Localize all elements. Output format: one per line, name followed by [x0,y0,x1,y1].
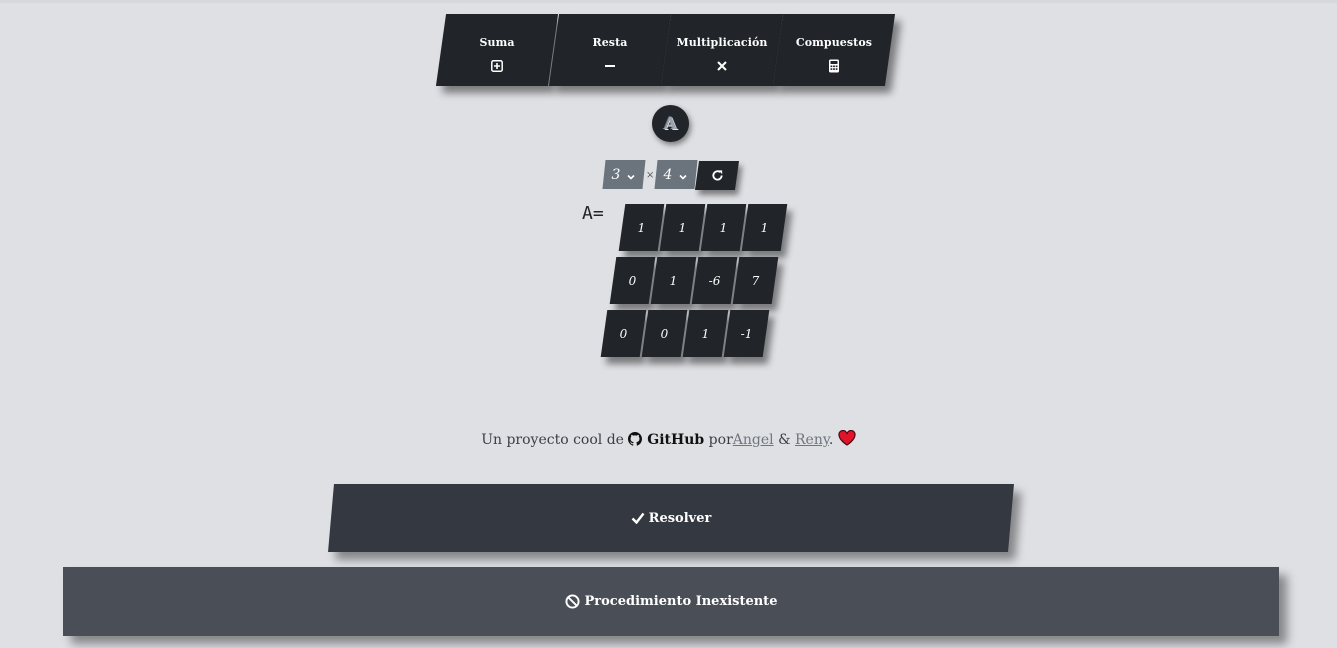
dimension-separator: × [646,170,655,181]
matrix-cell[interactable]: 7 [732,257,779,304]
matrix-badge: A [652,105,689,142]
credit-amp: & [778,432,791,448]
nav-compuestos-button[interactable]: Compuestos [772,14,896,86]
author-angel-link[interactable]: Angel [733,432,774,448]
calculator-icon [827,59,841,73]
nav-resta-label: Resta [592,36,628,49]
credit-by: por [708,432,733,448]
nav-suma-label: Suma [479,36,515,49]
procedure-label: Procedimiento Inexistente [584,594,778,609]
chevron-down-icon [626,170,636,180]
nav-compuestos-label: Compuestos [795,36,873,49]
top-border [0,0,1337,3]
rows-value: 3 [611,166,621,183]
matrix-cell[interactable]: 1 [741,204,788,251]
procedure-button[interactable]: Procedimiento Inexistente [63,567,1279,636]
refresh-icon [711,170,723,181]
plus-square-icon [490,59,504,73]
matrix-cell[interactable]: 0 [609,257,656,304]
matrix-label: A= [582,203,604,224]
credit-suffix: . [828,432,834,448]
rows-select[interactable]: 3 [602,160,646,189]
nav-resta-button[interactable]: Resta [548,14,672,86]
cols-value: 4 [663,166,673,183]
nav-suma-button[interactable]: Suma [435,14,559,86]
nav-multiplicacion-button[interactable]: Multiplicación [660,14,784,86]
matrix-cell[interactable]: 1 [700,204,747,251]
chevron-down-icon [678,170,688,180]
credit-line: Un proyecto cool de GitHub porAngel & Re… [0,429,1337,448]
times-icon [715,59,729,73]
heart-icon [838,429,856,446]
credit-prefix: Un proyecto cool de [481,432,624,448]
ban-icon [564,594,580,609]
matrix-cell[interactable]: -6 [691,257,738,304]
nav-multiplicacion-label: Multiplicación [676,36,768,49]
reset-matrix-button[interactable] [694,161,740,190]
matrix-cell[interactable]: 1 [682,310,729,357]
matrix-cell[interactable]: 1 [659,204,706,251]
github-icon [628,432,643,446]
check-icon [631,512,645,524]
resolve-label: Resolver [648,510,712,526]
resolve-button[interactable]: Resolver [328,484,1014,552]
minus-icon [603,59,617,73]
matrix-cell[interactable]: 1 [618,204,665,251]
github-link[interactable]: GitHub [628,432,704,448]
matrix-cell[interactable]: 0 [641,310,688,357]
author-reny-link[interactable]: Reny [795,432,829,448]
cols-select[interactable]: 4 [654,160,698,189]
matrix-cell[interactable]: 1 [650,257,697,304]
matrix-cell[interactable]: 0 [600,310,647,357]
matrix-cell[interactable]: -1 [723,310,770,357]
